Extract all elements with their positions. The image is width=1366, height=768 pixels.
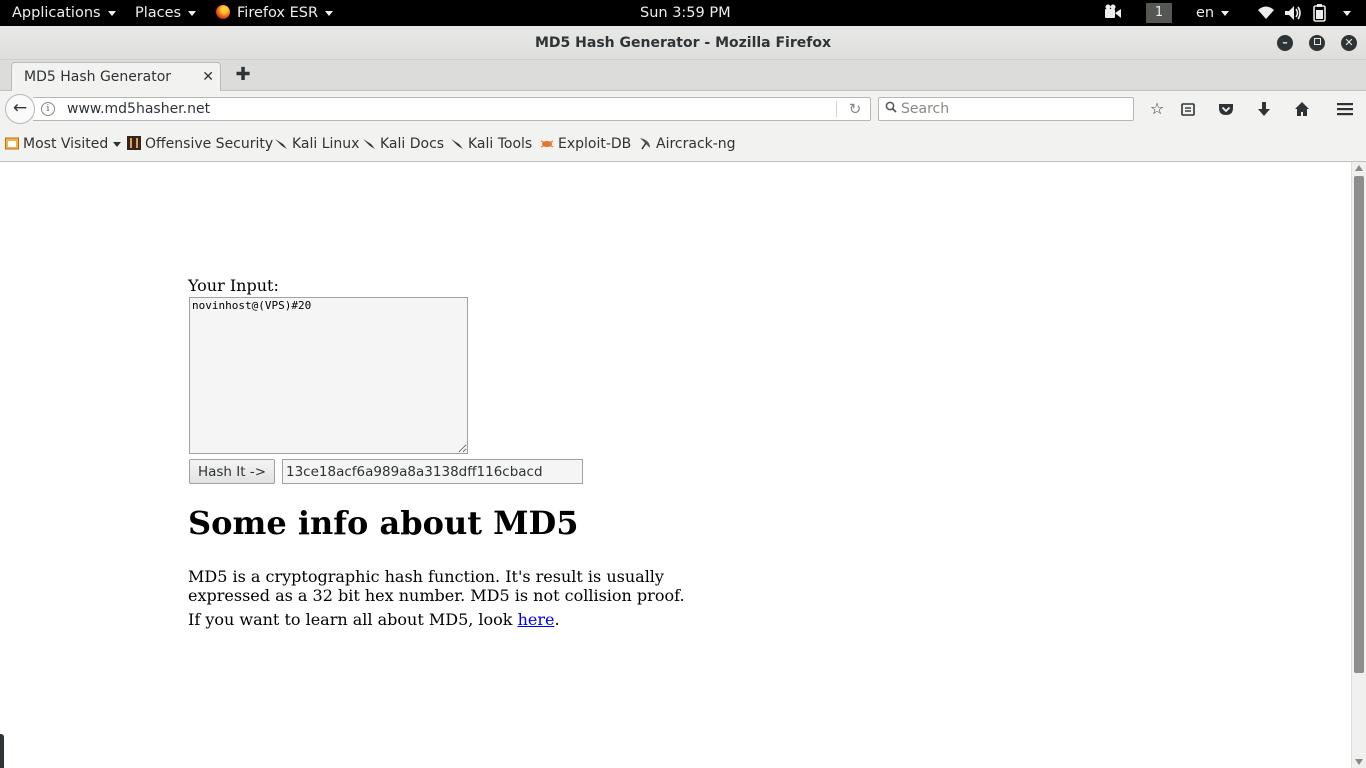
bookmark-star-icon[interactable]: ☆ <box>1146 98 1168 120</box>
gnome-top-bar: Applications Places Firefox ESR Sun 3:59… <box>0 0 1366 26</box>
applications-label: Applications <box>12 5 101 21</box>
home-icon[interactable] <box>1291 98 1313 120</box>
bookmark-label: Kali Linux <box>292 136 360 152</box>
here-link[interactable]: here <box>518 610 555 629</box>
system-menu[interactable] <box>1336 0 1351 26</box>
tab-label: MD5 Hash Generator <box>24 69 172 85</box>
hash-output-field[interactable] <box>282 459 583 484</box>
bookmark-label: Kali Tools <box>468 136 533 152</box>
hash-it-button[interactable]: Hash It -> <box>189 459 275 484</box>
hash-input-textarea[interactable]: novinhost@(VPS)#20 <box>189 297 468 454</box>
page-content: Your Input: novinhost@(VPS)#20 Hash It -… <box>0 162 1351 768</box>
app-menu[interactable]: Firefox ESR <box>216 0 334 26</box>
bookmark-label: Offensive Security <box>145 136 274 152</box>
bookmark-label: Exploit-DB <box>558 136 632 152</box>
workspace-indicator[interactable]: 1 <box>1146 3 1172 23</box>
url-separator <box>836 101 837 117</box>
firefox-icon <box>216 5 230 19</box>
learn-suffix: . <box>554 610 560 629</box>
bookmarks-library-icon[interactable] <box>1177 98 1199 120</box>
bookmark-aircrack-ng[interactable]: Aircrack-ng <box>638 127 736 162</box>
back-button[interactable]: ← <box>5 94 35 124</box>
chevron-down-icon <box>325 10 334 16</box>
bookmark-label: Aircrack-ng <box>656 136 736 152</box>
wifi-icon[interactable] <box>1257 0 1275 26</box>
info-heading: Some info about MD5 <box>188 504 579 542</box>
volume-icon[interactable] <box>1284 0 1302 26</box>
hamburger-menu-icon[interactable] <box>1334 98 1356 120</box>
window-title: MD5 Hash Generator - Mozilla Firefox <box>535 35 831 51</box>
satellite-dish-icon <box>640 138 650 150</box>
chevron-down-icon <box>1343 10 1351 16</box>
chevron-down-icon <box>107 10 116 16</box>
bookmark-label: Most Visited <box>23 136 109 152</box>
language-menu[interactable]: en <box>1196 0 1230 26</box>
url-bar[interactable]: i www.md5hasher.net ↻ <box>33 97 871 121</box>
tab-close-icon[interactable]: ✕ <box>202 63 214 91</box>
search-bar[interactable] <box>878 97 1134 121</box>
bookmark-offensive-security[interactable]: Offensive Security <box>127 127 273 162</box>
bookmark-kali-linux[interactable]: Kali Linux <box>274 127 359 162</box>
site-info-icon[interactable]: i <box>41 102 55 116</box>
bookmark-most-visited[interactable]: Most Visited <box>5 127 122 162</box>
scroll-down-arrow-icon[interactable] <box>1355 759 1363 765</box>
bookmark-kali-docs[interactable]: Kali Docs <box>362 127 444 162</box>
search-icon <box>885 101 897 113</box>
search-input[interactable] <box>901 98 1129 120</box>
kali-dragon-icon <box>451 139 463 149</box>
close-window-button[interactable]: ✕ <box>1341 35 1357 51</box>
maximize-icon <box>1313 38 1321 45</box>
input-label: Your Input: <box>188 276 279 295</box>
url-text[interactable]: www.md5hasher.net <box>67 98 210 120</box>
battery-icon[interactable] <box>1312 0 1328 26</box>
chevron-down-icon <box>1221 10 1230 16</box>
bookmarks-toolbar: Most Visited Offensive Security Kali Lin… <box>0 127 1366 162</box>
tab-md5-hash-generator[interactable]: MD5 Hash Generator ✕ <box>11 62 221 91</box>
folder-icon <box>5 137 19 150</box>
maximize-button[interactable] <box>1309 35 1325 51</box>
tab-strip: MD5 Hash Generator ✕ ✚ <box>0 60 1366 91</box>
app-menu-label: Firefox ESR <box>237 5 319 21</box>
vertical-scrollbar[interactable] <box>1351 162 1366 768</box>
chevron-down-icon <box>188 10 197 16</box>
applications-menu[interactable]: Applications <box>12 0 116 26</box>
close-icon: ✕ <box>1344 36 1354 49</box>
pocket-icon[interactable] <box>1215 98 1237 120</box>
back-arrow-icon: ← <box>12 98 28 118</box>
minimize-button[interactable]: – <box>1277 35 1293 51</box>
new-tab-button[interactable]: ✚ <box>234 62 252 88</box>
kali-dragon-icon <box>363 139 375 149</box>
info-paragraph: MD5 is a cryptographic hash function. It… <box>188 567 685 605</box>
reload-icon[interactable]: ↻ <box>843 98 867 120</box>
navigation-toolbar: i www.md5hasher.net ↻ ← ☆ <box>0 91 1366 127</box>
learn-prefix: If you want to learn all about MD5, look <box>188 610 518 629</box>
chevron-down-icon <box>113 141 122 147</box>
bookmark-label: Kali Docs <box>380 136 445 152</box>
exploit-db-spider-icon <box>540 140 554 148</box>
language-label: en <box>1196 5 1215 21</box>
offensive-security-icon <box>127 136 141 150</box>
scrollbar-thumb[interactable] <box>1354 176 1364 673</box>
minimize-icon: – <box>1282 36 1288 49</box>
bookmark-exploit-db[interactable]: Exploit-DB <box>540 127 631 162</box>
clock[interactable]: Sun 3:59 PM <box>640 0 731 26</box>
bookmark-kali-tools[interactable]: Kali Tools <box>450 127 532 162</box>
downloads-icon[interactable] <box>1253 98 1275 120</box>
places-label: Places <box>135 5 182 21</box>
video-camera-icon[interactable] <box>1104 0 1122 26</box>
scroll-up-arrow-icon[interactable] <box>1355 165 1363 171</box>
learn-more-text: If you want to learn all about MD5, look… <box>188 610 560 629</box>
window-titlebar[interactable]: MD5 Hash Generator - Mozilla Firefox – ✕ <box>0 26 1366 60</box>
kali-dragon-icon <box>275 139 287 149</box>
places-menu[interactable]: Places <box>135 0 197 26</box>
corner-handle <box>0 734 4 768</box>
